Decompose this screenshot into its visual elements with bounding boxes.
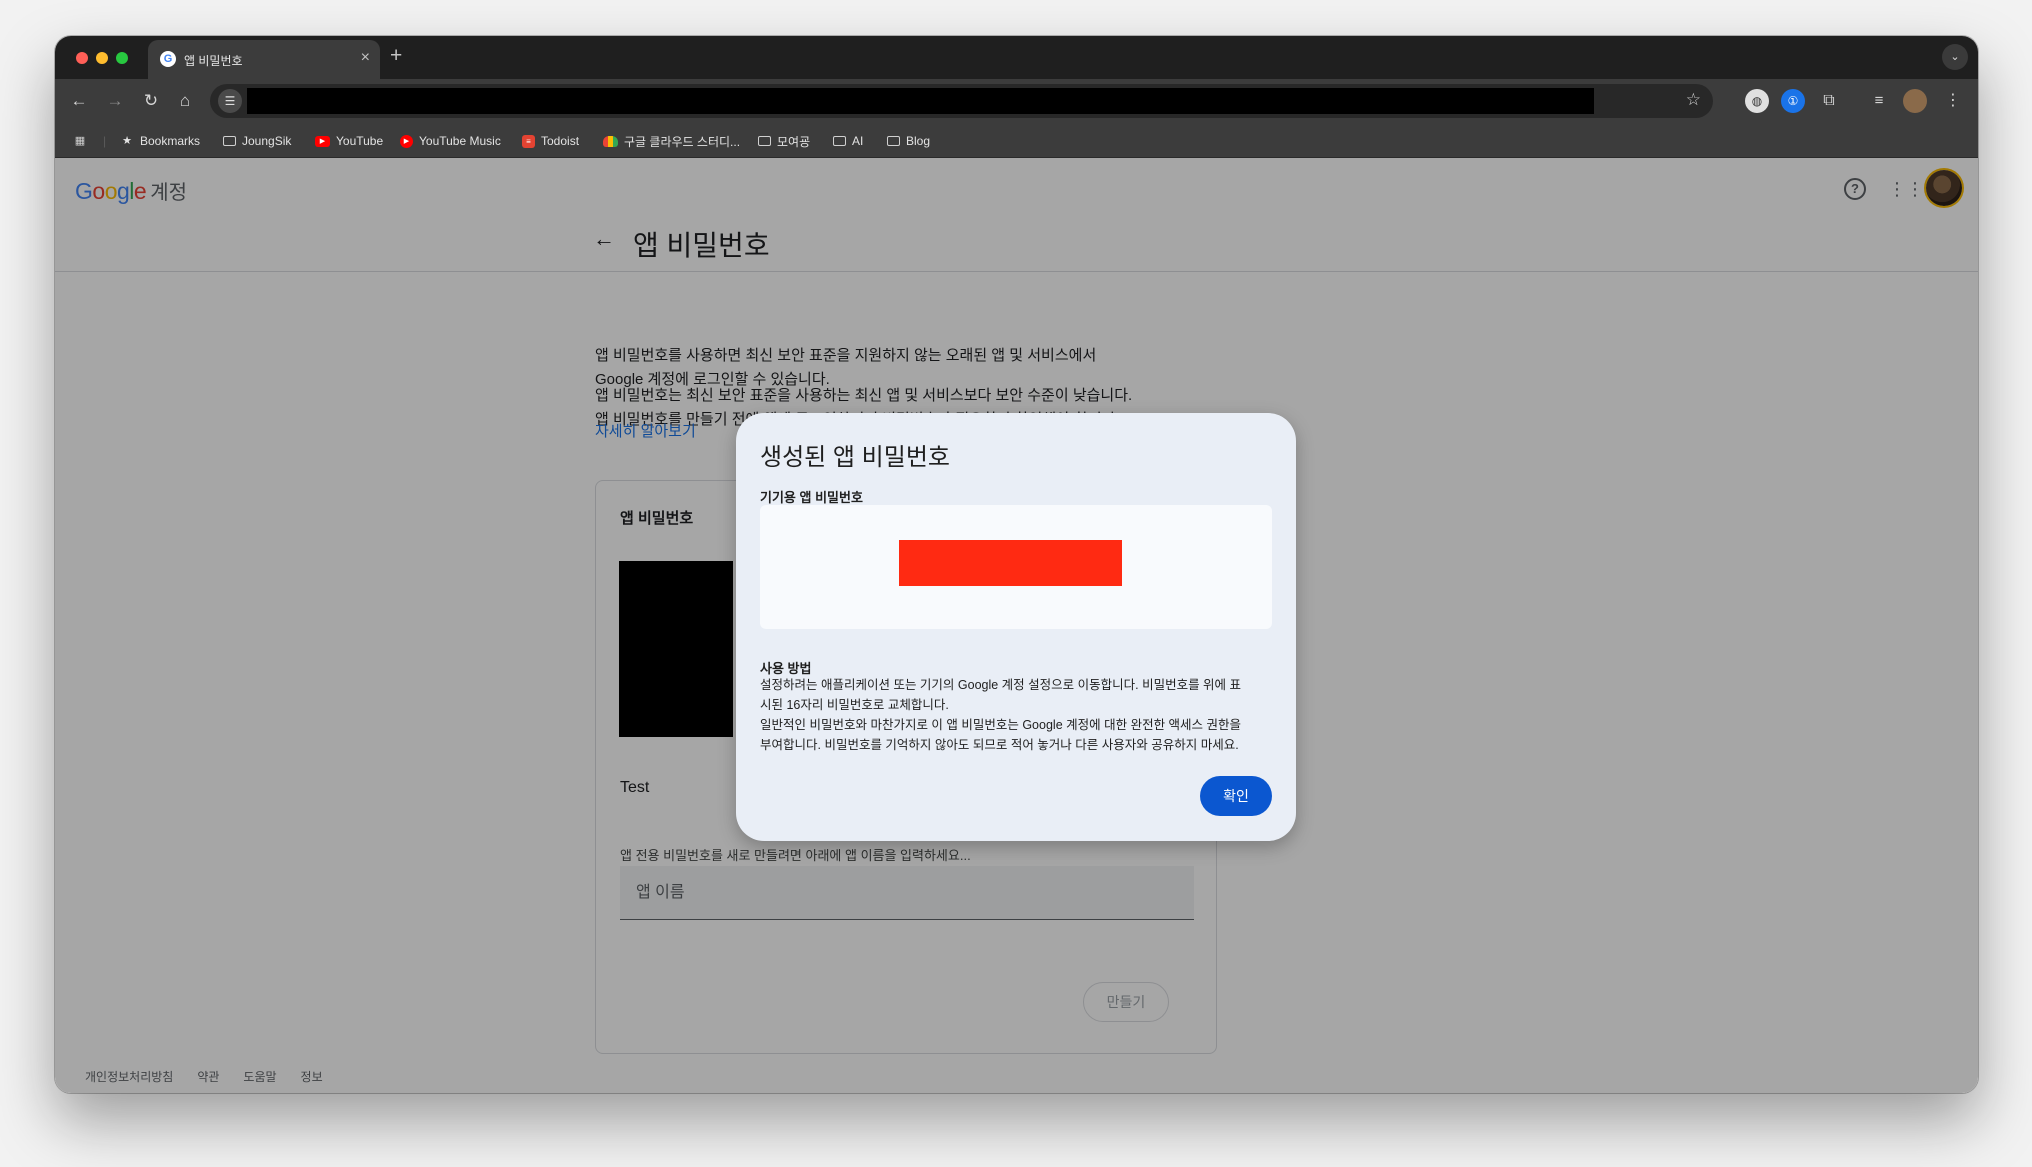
folder-icon [833, 136, 846, 146]
bookmark-label: YouTube [336, 134, 384, 148]
bookmark-todoist[interactable]: ≡ Todoist [522, 132, 579, 150]
bookmarks-bar: ▦ | ★ Bookmarks JoungSik ▶ YouTube ▶ YouTub… [55, 123, 1978, 158]
url-redacted [247, 88, 1594, 114]
extensions-puzzle-icon[interactable]: ⧉ [1817, 89, 1841, 113]
minimize-window-button[interactable] [96, 52, 108, 64]
star-icon: ★ [122, 135, 132, 147]
home-icon[interactable]: ⌂ [173, 89, 197, 113]
tab-title: 앱 비밀번호 [184, 54, 243, 68]
folder-icon [758, 136, 771, 146]
profile-avatar-icon[interactable] [1903, 89, 1927, 113]
tab-search-chevron-icon[interactable]: ⌄ [1942, 44, 1968, 70]
tab-strip: G 앱 비밀번호 × + ⌄ [55, 36, 1978, 79]
browser-toolbar: ← → ↻ ⌂ ☰ ☆ ◍ ① ⧉ ≡ ⋮ [55, 79, 1978, 123]
bookmark-label: YouTube Music [419, 134, 501, 148]
new-tab-button[interactable]: + [390, 44, 402, 68]
usage-line: 시된 16자리 비밀번호로 교체합니다. [760, 698, 949, 712]
bookmark-bookmarks[interactable]: ★ Bookmarks [120, 132, 200, 150]
bookmark-joungsik[interactable]: JoungSik [223, 132, 291, 150]
bookmark-google-cloud[interactable]: 구글 클라우드 스터디... [603, 132, 740, 150]
window-controls [76, 52, 128, 64]
folder-icon [887, 136, 900, 146]
bookmark-youtube[interactable]: ▶ YouTube [315, 132, 383, 150]
bookmark-label: Todoist [541, 134, 580, 148]
tab-close-icon[interactable]: × [361, 49, 370, 67]
bookmark-ai[interactable]: AI [833, 132, 863, 150]
bookmark-divider: | [103, 134, 107, 148]
password-redacted [899, 540, 1122, 586]
address-bar[interactable]: ☰ ☆ [210, 84, 1713, 118]
site-info-icon[interactable]: ☰ [218, 89, 242, 113]
dialog-title: 생성된 앱 비밀번호 [760, 444, 950, 471]
dialog-subtitle: 기기용 앱 비밀번호 [760, 490, 863, 505]
bookmark-label: 구글 클라우드 스터디... [624, 134, 741, 149]
maximize-window-button[interactable] [116, 52, 128, 64]
usage-line: 부여합니다. 비밀번호를 기억하지 않아도 되므로 적어 놓거나 다른 사용자와… [760, 738, 1239, 752]
google-cloud-icon [603, 135, 618, 147]
forward-icon[interactable]: → [103, 89, 127, 113]
folder-icon [223, 136, 236, 146]
reading-list-icon[interactable]: ≡ [1867, 89, 1891, 113]
tab-app-passwords[interactable]: G 앱 비밀번호 × [148, 40, 380, 79]
usage-line: 설정하려는 애플리케이션 또는 기기의 Google 계정 설정으로 이동합니다… [760, 678, 1242, 692]
google-favicon-icon: G [160, 51, 176, 67]
favicon-letter: G [163, 53, 173, 65]
bookmark-label: 모여굥 [777, 134, 811, 149]
bookmark-label: Blog [906, 134, 931, 148]
youtube-icon: ▶ [315, 135, 330, 147]
bookmark-youtube-music[interactable]: ▶ YouTube Music [400, 132, 501, 150]
confirm-button[interactable]: 확인 [1200, 776, 1272, 816]
extension-globe-icon[interactable]: ◍ [1745, 89, 1769, 113]
bookmark-moyeogyong[interactable]: 모여굥 [758, 132, 810, 150]
password-display-box [760, 505, 1272, 629]
generated-password-dialog: 생성된 앱 비밀번호 기기용 앱 비밀번호 사용 방법 설정하려는 애플리케이션… [736, 413, 1296, 841]
bookmark-label: AI [852, 134, 864, 148]
youtube-music-icon: ▶ [400, 134, 413, 148]
reload-icon[interactable]: ↻ [139, 89, 163, 113]
usage-line: 일반적인 비밀번호와 마찬가지로 이 앱 비밀번호는 Google 계정에 대한… [760, 718, 1242, 732]
bookmark-star-icon[interactable]: ☆ [1686, 90, 1701, 110]
password-manager-extension-icon[interactable]: ① [1781, 89, 1805, 113]
todoist-icon: ≡ [522, 134, 535, 148]
browser-menu-icon[interactable]: ⋮ [1941, 89, 1965, 113]
apps-grid-icon[interactable]: ▦ [73, 132, 87, 150]
bookmark-label: JoungSik [242, 134, 292, 148]
close-window-button[interactable] [76, 52, 88, 64]
browser-window: G 앱 비밀번호 × + ⌄ ← → ↻ ⌂ ☰ ☆ ◍ ① ⧉ ≡ ⋮ ▦ |… [55, 36, 1978, 1093]
usage-instructions: 설정하려는 애플리케이션 또는 기기의 Google 계정 설정으로 이동합니다… [760, 675, 1275, 755]
bookmark-blog[interactable]: Blog [887, 132, 930, 150]
back-icon[interactable]: ← [67, 89, 91, 113]
bookmark-label: Bookmarks [140, 134, 201, 148]
